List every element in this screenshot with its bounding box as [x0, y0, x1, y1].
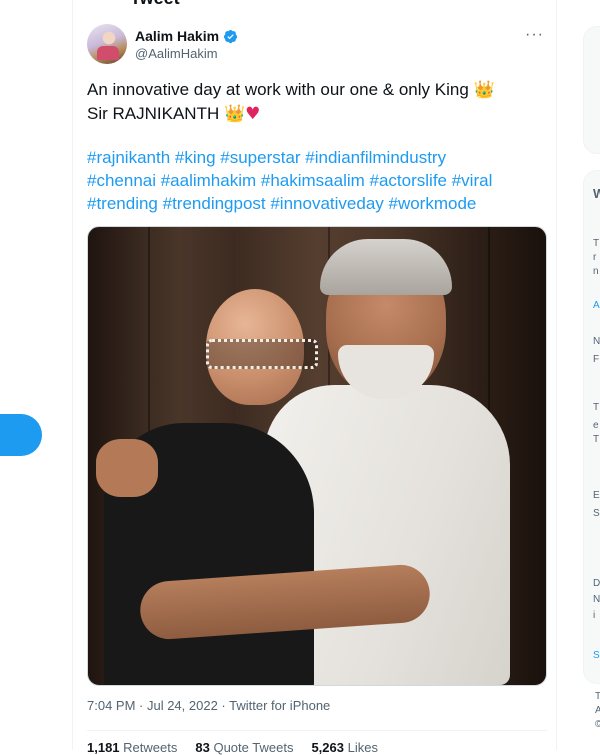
quotes-label: Quote Tweets: [213, 740, 294, 755]
retweets-label: Retweets: [123, 740, 178, 755]
hashtag-line[interactable]: #trending #trendingpost #innovativeday #…: [87, 192, 549, 215]
tweet-text-line-2: Sir RAJNIKANTH: [87, 104, 224, 123]
photo-glasses: [206, 339, 318, 369]
footer-line[interactable]: T: [595, 690, 600, 704]
trend-fragment[interactable]: r: [593, 252, 596, 263]
tweet-source[interactable]: Twitter for iPhone: [229, 698, 330, 713]
footer-links-fragment: T A ©: [595, 690, 600, 732]
retweets-count: 1,181: [87, 740, 120, 755]
tweet-card: Aalim Hakim @AalimHakim ··· An innovativ…: [73, 0, 556, 755]
trend-fragment[interactable]: T: [593, 402, 599, 413]
trend-fragment[interactable]: D: [593, 578, 600, 589]
hashtag-line[interactable]: #chennai #aalimhakim #hakimsaalim #actor…: [87, 169, 549, 192]
crown-emoji-icon: 👑: [223, 104, 246, 124]
hashtag-line[interactable]: #rajnikanth #king #superstar #indianfilm…: [87, 146, 549, 169]
divider: [87, 730, 547, 731]
trend-fragment[interactable]: A: [593, 300, 600, 311]
trend-fragment[interactable]: T: [593, 434, 599, 445]
quotes-count: 83: [195, 740, 210, 755]
search-card[interactable]: [583, 26, 600, 154]
footer-line[interactable]: A: [595, 704, 600, 718]
left-nav: [0, 0, 72, 750]
right-sidebar: W T r n A N F T e T E S D N i S T A ©: [557, 0, 600, 750]
tweet-photo[interactable]: [87, 226, 547, 686]
verified-badge-icon: [223, 29, 238, 43]
tweet-timestamp[interactable]: 7:04 PM · Jul 24, 2022 ·: [87, 698, 229, 713]
trend-fragment[interactable]: E: [593, 490, 600, 501]
tweet-text: An innovative day at work with our one &…: [87, 78, 547, 126]
trend-fragment[interactable]: i: [593, 610, 595, 621]
trend-fragment[interactable]: e: [593, 420, 599, 431]
trends-heading-fragment: W: [593, 186, 600, 201]
likes-stat[interactable]: 5,263 Likes: [311, 740, 378, 755]
likes-label: Likes: [347, 740, 378, 755]
trend-fragment[interactable]: n: [593, 266, 599, 277]
photo-person-2-hair: [320, 239, 452, 295]
likes-count: 5,263: [311, 740, 344, 755]
author-name-row: Aalim Hakim: [135, 28, 238, 44]
trend-fragment[interactable]: T: [593, 238, 599, 249]
trend-fragment[interactable]: F: [593, 354, 599, 365]
hashtag-list: #rajnikanth #king #superstar #indianfilm…: [87, 146, 549, 215]
author-display-name[interactable]: Aalim Hakim: [135, 28, 219, 44]
quotes-stat[interactable]: 83 Quote Tweets: [195, 740, 293, 755]
tweet-meta: 7:04 PM · Jul 24, 2022 · Twitter for iPh…: [87, 698, 330, 713]
trend-fragment[interactable]: N: [593, 594, 600, 605]
trend-fragment[interactable]: N: [593, 336, 600, 347]
photo-hand: [96, 439, 158, 497]
more-options-icon[interactable]: ···: [525, 26, 544, 44]
heart-emoji-icon: ♥: [245, 104, 261, 124]
trend-fragment[interactable]: S: [593, 508, 600, 519]
retweets-stat[interactable]: 1,181 Retweets: [87, 740, 177, 755]
avatar[interactable]: [87, 24, 127, 64]
author-handle[interactable]: @AalimHakim: [135, 46, 218, 61]
tweet-text-line-1: An innovative day at work with our one &…: [87, 80, 474, 99]
footer-line: ©: [595, 719, 600, 730]
show-more-fragment[interactable]: S: [593, 650, 600, 661]
tweet-compose-button[interactable]: [0, 414, 42, 456]
crown-emoji-icon: 👑: [473, 80, 495, 100]
tweet-stats: 1,181 Retweets 83 Quote Tweets 5,263 Lik…: [87, 740, 378, 755]
